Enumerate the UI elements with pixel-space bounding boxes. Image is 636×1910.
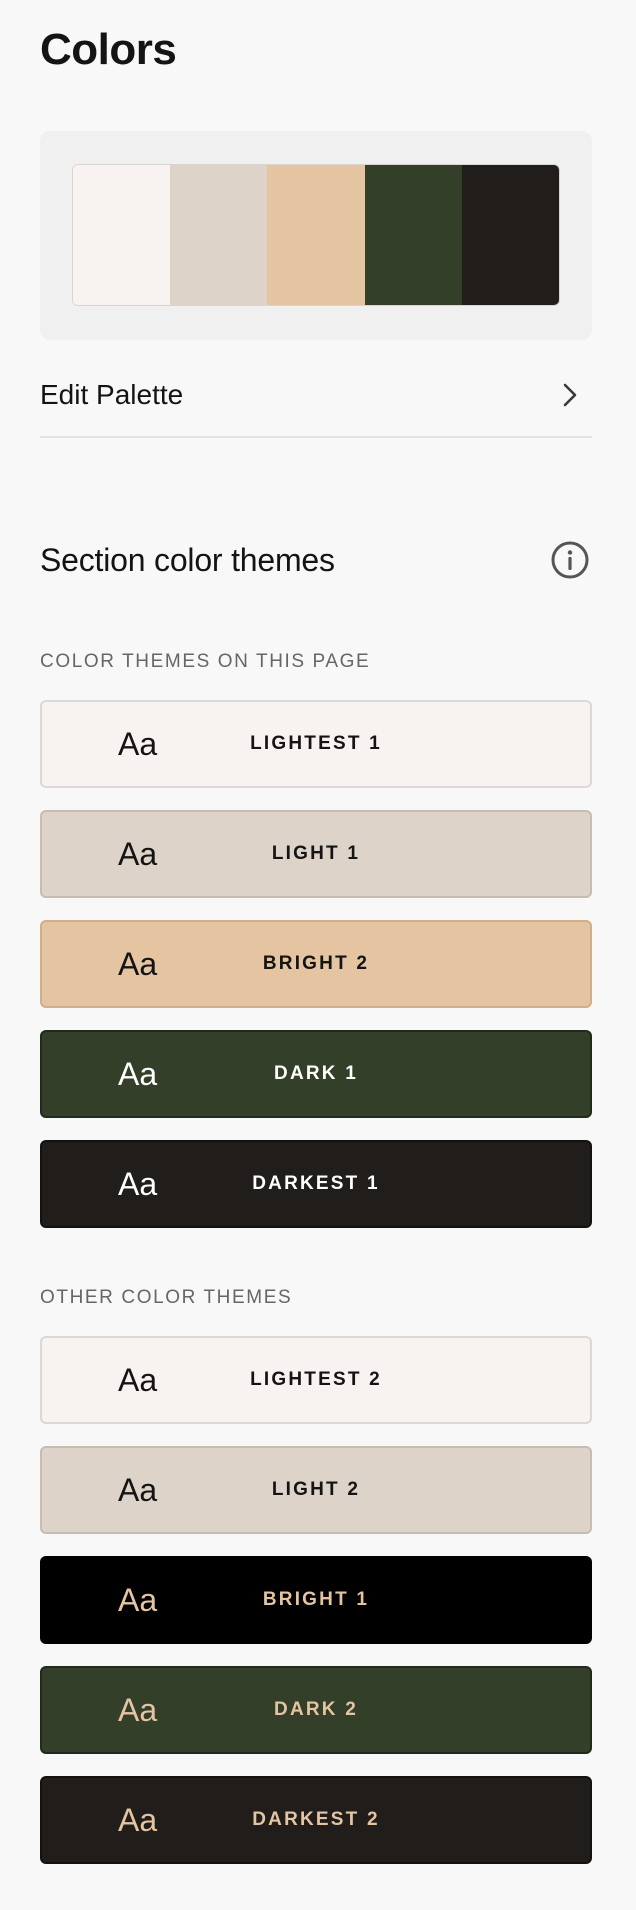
palette-swatch-3 bbox=[267, 165, 365, 305]
palette-swatch-1 bbox=[73, 165, 171, 305]
theme-name: DARKEST 2 bbox=[252, 1809, 380, 1830]
theme-name: DARKEST 1 bbox=[252, 1173, 380, 1194]
section-color-themes-title: Section color themes bbox=[40, 541, 335, 578]
palette-swatch-4 bbox=[364, 165, 462, 305]
theme-name: LIGHT 2 bbox=[271, 1479, 361, 1500]
theme-name: LIGHTEST 2 bbox=[250, 1369, 382, 1390]
theme-bright-2[interactable]: Aa BRIGHT 2 bbox=[40, 920, 592, 1008]
palette-strip[interactable] bbox=[72, 164, 560, 306]
theme-name: LIGHTEST 1 bbox=[250, 733, 382, 754]
theme-name: BRIGHT 2 bbox=[262, 953, 370, 974]
theme-lightest-1[interactable]: Aa LIGHTEST 1 bbox=[40, 700, 592, 788]
theme-darkest-1[interactable]: Aa DARKEST 1 bbox=[40, 1140, 592, 1228]
edit-palette-button[interactable]: Edit Palette bbox=[40, 366, 592, 438]
palette-preview-card[interactable] bbox=[40, 131, 592, 340]
theme-name: DARK 2 bbox=[274, 1699, 358, 1720]
theme-dark-1[interactable]: Aa DARK 1 bbox=[40, 1030, 592, 1118]
palette-swatch-2 bbox=[170, 165, 268, 305]
theme-name: BRIGHT 1 bbox=[262, 1589, 370, 1610]
on-page-themes-label: COLOR THEMES ON THIS PAGE bbox=[40, 651, 371, 672]
palette-swatch-5 bbox=[461, 165, 559, 305]
edit-palette-label: Edit Palette bbox=[40, 379, 184, 410]
theme-name: DARK 1 bbox=[274, 1063, 358, 1084]
theme-darkest-2[interactable]: Aa DARKEST 2 bbox=[40, 1776, 592, 1864]
theme-light-2[interactable]: Aa LIGHT 2 bbox=[40, 1446, 592, 1534]
theme-dark-2[interactable]: Aa DARK 2 bbox=[40, 1666, 592, 1754]
page-title: Colors bbox=[40, 25, 177, 74]
other-themes-label: OTHER COLOR THEMES bbox=[40, 1287, 293, 1308]
theme-lightest-2[interactable]: Aa LIGHTEST 2 bbox=[40, 1336, 592, 1424]
theme-light-1[interactable]: Aa LIGHT 1 bbox=[40, 810, 592, 898]
section-color-themes-header: Section color themes bbox=[40, 534, 592, 586]
theme-bright-1[interactable]: Aa BRIGHT 1 bbox=[40, 1556, 592, 1644]
chevron-right-icon bbox=[563, 383, 577, 407]
info-icon[interactable] bbox=[550, 540, 590, 580]
theme-name: LIGHT 1 bbox=[271, 843, 361, 864]
